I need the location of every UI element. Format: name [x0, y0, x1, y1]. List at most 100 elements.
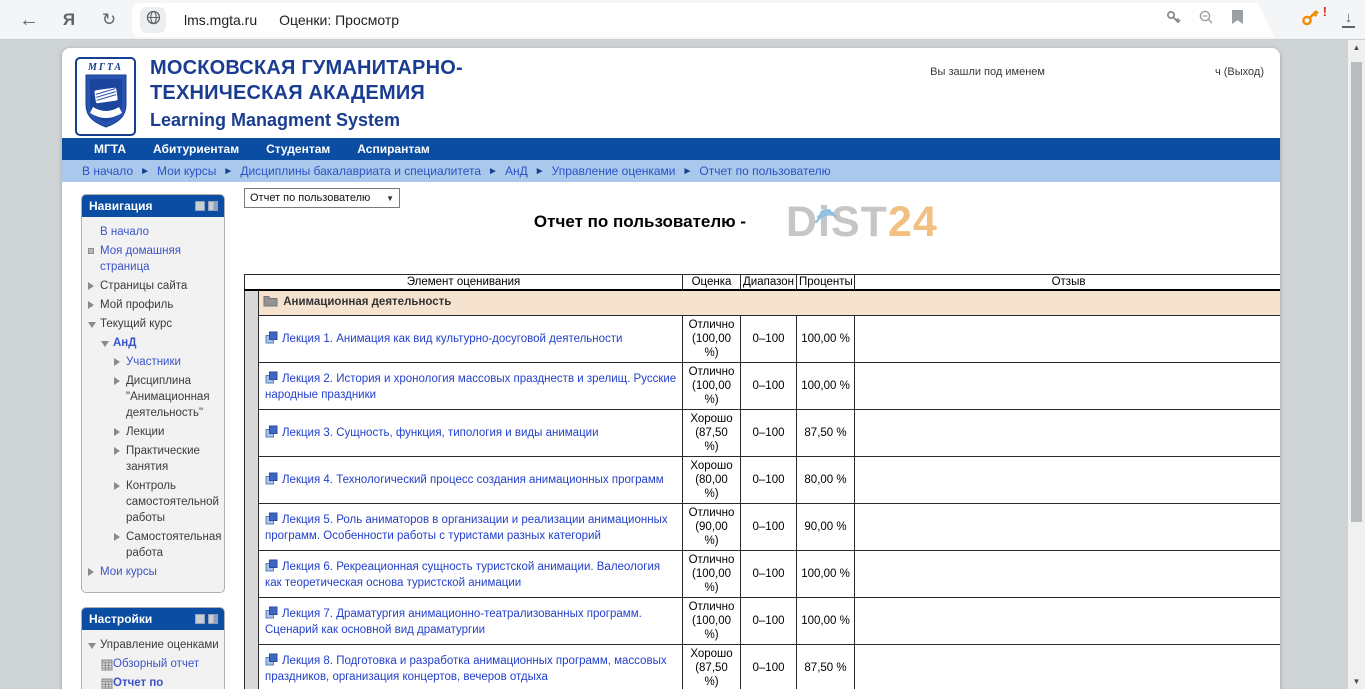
main-menu-item[interactable]: Аспирантам [357, 142, 430, 156]
scroll-down-icon[interactable]: ▼ [1348, 674, 1365, 689]
feedback-cell [855, 598, 1280, 645]
scrollbar-thumb[interactable] [1351, 62, 1362, 522]
breadcrumb-item[interactable]: АнД [505, 164, 528, 178]
sidebar-item[interactable]: Страницы сайта [88, 278, 221, 294]
item-link[interactable]: Лекция 4. Технологический процесс создан… [282, 474, 664, 486]
site-subtitle: Learning Managment System [150, 108, 463, 132]
sidebar-item[interactable]: АнД [88, 335, 221, 351]
feedback-cell [855, 551, 1280, 598]
address-bar[interactable]: lms.mgta.ru Оценки: Просмотр [132, 3, 1274, 37]
percent-cell: 100,00 % [797, 363, 855, 410]
grade-row: Лекция 3. Сущность, функция, типология и… [245, 410, 1281, 457]
browser-toolbar: ← Я ↻ lms.mgta.ru Оценки: Просмотр ! [0, 0, 1365, 40]
sidebar-item[interactable]: Участники [88, 354, 221, 370]
zoom-icon[interactable] [1198, 9, 1215, 31]
expand-icon[interactable] [114, 447, 126, 455]
folder-icon [263, 295, 280, 311]
breadcrumb-item[interactable]: Мои курсы [157, 164, 216, 178]
main-menu-item[interactable]: Студентам [266, 142, 330, 156]
expand-icon[interactable] [88, 301, 100, 309]
sidebar-item[interactable]: В начало [88, 224, 221, 240]
block-collapse-icon[interactable] [195, 614, 205, 624]
academy-logo[interactable]: МГТА [75, 57, 136, 136]
sidebar-item[interactable]: Моя домашняя страница [88, 243, 221, 275]
expand-icon[interactable] [88, 568, 100, 576]
page-title: Отчет по пользователю - [244, 212, 1036, 232]
item-link[interactable]: Лекция 7. Драматургия анимационно-театра… [265, 608, 642, 636]
percent-cell: 100,00 % [797, 551, 855, 598]
sidebar-item[interactable]: Практические занятия [88, 443, 221, 475]
sidebar-item-label[interactable]: Мои курсы [100, 564, 157, 580]
bookmark-icon[interactable] [1231, 10, 1244, 30]
expand-icon[interactable] [114, 428, 126, 436]
browser-back-icon[interactable]: ← [12, 0, 46, 40]
item-link[interactable]: Лекция 8. Подготовка и разработка анимац… [265, 655, 667, 683]
expand-icon[interactable] [114, 533, 126, 541]
item-link[interactable]: Лекция 3. Сущность, функция, типология и… [282, 427, 599, 439]
column-header-percent: Проценты [797, 275, 855, 291]
download-icon[interactable]: ↓ [1342, 12, 1355, 28]
expand-icon[interactable] [114, 358, 126, 366]
scroll-up-icon[interactable]: ▲ [1348, 40, 1365, 55]
percent-cell: 90,00 % [797, 504, 855, 551]
breadcrumb-item[interactable]: Дисциплины бакалавриата и специалитета [240, 164, 481, 178]
percent-cell: 87,50 % [797, 645, 855, 689]
block-dock-icon[interactable] [208, 614, 218, 624]
sidebar-item[interactable]: Текущий курс [88, 316, 221, 332]
breadcrumb-separator-icon: ► [683, 166, 693, 177]
breadcrumb-item[interactable]: В начало [82, 164, 133, 178]
yandex-logo-icon[interactable]: Я [52, 0, 86, 40]
range-cell: 0–100 [741, 457, 797, 504]
lesson-icon [265, 371, 282, 388]
navigation-tree: В начало Моя домашняя страница Страницы са… [82, 217, 224, 592]
main-menu-item[interactable]: Абитуриентам [153, 142, 239, 156]
grade-cell: Отлично (100,00 %) [683, 363, 741, 410]
main-menu-item[interactable]: МГТА [94, 142, 126, 156]
collapse-icon[interactable] [88, 641, 100, 649]
item-link[interactable]: Лекция 2. История и хронология массовых … [265, 373, 676, 401]
sidebar-item-label[interactable]: Моя домашняя страница [100, 243, 221, 275]
sidebar-item[interactable]: Обзорный отчет [88, 656, 221, 672]
sidebar-item[interactable]: Самостоятельная работа [88, 529, 221, 561]
sidebar-item-label[interactable]: Обзорный отчет [113, 656, 199, 672]
item-link[interactable]: Лекция 1. Анимация как вид культурно-дос… [282, 333, 622, 345]
vertical-scrollbar[interactable]: ▲ ▼ [1348, 40, 1365, 689]
item-link[interactable]: Лекция 5. Роль аниматоров в организации … [265, 514, 668, 542]
block-collapse-icon[interactable] [195, 201, 205, 211]
sidebar-item[interactable]: Контроль самостоятельной работы [88, 478, 221, 526]
sidebar-item-label[interactable]: Участники [126, 354, 181, 370]
site-icon-chip[interactable] [140, 7, 166, 33]
bullet-icon [88, 247, 100, 254]
grade-cell: Хорошо (87,50 %) [683, 645, 741, 689]
sidebar-item-label[interactable]: В начало [100, 224, 149, 240]
sidebar-item[interactable]: Лекции [88, 424, 221, 440]
collapse-icon[interactable] [88, 320, 100, 328]
sidebar-item[interactable]: Отчет по пользователю [88, 675, 221, 689]
sidebar-item-label[interactable]: АнД [113, 335, 136, 351]
expand-icon[interactable] [114, 377, 126, 385]
sidebar-item-label: Контроль самостоятельной работы [126, 478, 221, 526]
sidebar-item[interactable]: Дисциплина "Анимационная деятельность" [88, 373, 221, 421]
breadcrumb-item[interactable]: Управление оценками [552, 164, 676, 178]
report-type-select[interactable]: Отчет по пользователю ▼ [244, 188, 400, 208]
feedback-cell [855, 410, 1280, 457]
item-cell: Лекция 1. Анимация как вид культурно-дос… [259, 316, 683, 363]
page-viewport: МГТА МОСКОВСКАЯ ГУМАНИТАРНО-ТЕХНИЧЕСКАЯ … [0, 40, 1365, 689]
sidebar-item-label[interactable]: Отчет по пользователю [113, 675, 221, 689]
password-key-icon[interactable] [1165, 9, 1182, 31]
indent-cell [245, 598, 259, 645]
sidebar-item[interactable]: Мой профиль [88, 297, 221, 313]
expand-icon[interactable] [88, 282, 100, 290]
block-dock-icon[interactable] [208, 201, 218, 211]
logout-link[interactable]: (Выход) [1224, 66, 1264, 78]
feedback-cell [855, 504, 1280, 551]
sidebar-item[interactable]: Управление оценками [88, 637, 221, 653]
protect-key-icon[interactable]: ! [1301, 8, 1320, 32]
item-link[interactable]: Лекция 6. Рекреационная сущность туристс… [265, 561, 660, 589]
navigation-block-header: Навигация [82, 195, 224, 217]
indent-cell [245, 290, 259, 316]
sidebar-item[interactable]: Мои курсы [88, 564, 221, 580]
expand-icon[interactable] [114, 482, 126, 490]
reload-icon[interactable]: ↻ [92, 0, 126, 40]
collapse-icon[interactable] [101, 339, 113, 347]
